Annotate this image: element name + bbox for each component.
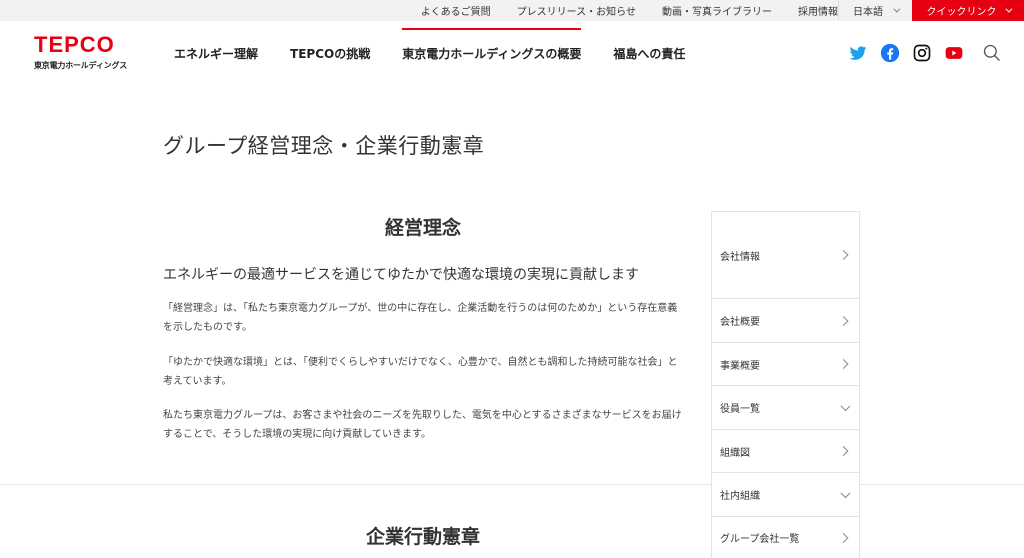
nav-item-company-overview[interactable]: 東京電力ホールディングスの概要 bbox=[386, 21, 597, 85]
chevron-right-icon bbox=[838, 250, 849, 260]
paragraph: 「ゆたかで快適な環境」とは、「便利でくらしやすいだけでなく、心豊かで、自然とも調… bbox=[163, 357, 678, 387]
side-nav-item-group-companies[interactable]: グループ会社一覧 bbox=[712, 517, 859, 558]
recruit-link[interactable]: 採用情報 bbox=[798, 3, 838, 18]
side-nav-item-officers[interactable]: 役員一覧 bbox=[712, 386, 859, 430]
quick-link-button[interactable]: クイックリンク bbox=[912, 0, 1024, 21]
section-title-management-philosophy: 経営理念 bbox=[384, 217, 461, 239]
youtube-icon[interactable] bbox=[944, 43, 964, 63]
side-nav-label: グループ会社一覧 bbox=[720, 534, 800, 545]
language-label: 日本語 bbox=[853, 7, 883, 18]
side-nav-label: 役員一覧 bbox=[720, 404, 760, 415]
side-nav-item-company-info[interactable]: 会社情報 bbox=[712, 212, 859, 299]
chevron-down-icon bbox=[1004, 5, 1012, 13]
side-nav-item-business-overview[interactable]: 事業概要 bbox=[712, 343, 859, 386]
side-nav-label: 社内組織 bbox=[720, 491, 760, 502]
side-nav-label: 会社概要 bbox=[720, 317, 760, 328]
language-selector[interactable]: 日本語 bbox=[838, 0, 912, 21]
side-nav-label: 会社情報 bbox=[720, 251, 760, 263]
side-nav-label: 事業概要 bbox=[720, 360, 760, 372]
facebook-icon[interactable] bbox=[880, 43, 900, 63]
social-links bbox=[836, 43, 1002, 63]
media-library-link[interactable]: 動画・写真ライブラリー bbox=[662, 3, 772, 18]
chevron-right-icon bbox=[838, 446, 849, 456]
tepco-logo[interactable]: TEPCO 東京電力ホールディングス bbox=[34, 33, 134, 71]
section-title-code-of-conduct: 企業行動憲章 bbox=[365, 526, 480, 548]
logo-wordmark: TEPCO bbox=[34, 32, 115, 57]
lead-text: エネルギーの最適サービスを通じてゆたかで快適な環境の実現に貢献します bbox=[163, 267, 639, 283]
twitter-icon[interactable] bbox=[848, 43, 868, 63]
quick-link-label: クイックリンク bbox=[926, 7, 997, 18]
chevron-right-icon bbox=[838, 532, 849, 543]
section-divider bbox=[0, 484, 1024, 485]
side-nav-item-internal-org[interactable]: 社内組織 bbox=[712, 473, 859, 517]
paragraph: 「経営理念」は、「私たち東京電力グループが、世の中に存在し、企業活動を行うのは何… bbox=[163, 303, 678, 333]
chevron-down-icon bbox=[840, 487, 851, 498]
chevron-down-icon bbox=[893, 5, 901, 13]
chevron-right-icon bbox=[838, 315, 849, 326]
utility-links: よくあるご質問 プレスリリース・お知らせ 動画・写真ライブラリー 採用情報 bbox=[395, 0, 838, 21]
side-nav-label: 組織図 bbox=[720, 447, 750, 459]
side-nav-item-org-chart[interactable]: 組織図 bbox=[712, 430, 859, 473]
faq-link[interactable]: よくあるご質問 bbox=[421, 3, 491, 18]
global-nav: エネルギー理解 TEPCOの挑戦 東京電力ホールディングスの概要 福島への責任 bbox=[158, 21, 701, 85]
press-release-link[interactable]: プレスリリース・お知らせ bbox=[517, 3, 636, 18]
logo-subtext: 東京電力ホールディングス bbox=[34, 61, 128, 70]
paragraph: 私たち東京電力グループは、お客さまや社会のニーズを先取りした、電気を中心とするさ… bbox=[163, 410, 682, 440]
nav-item-challenge[interactable]: TEPCOの挑戦 bbox=[274, 21, 386, 85]
instagram-icon[interactable] bbox=[912, 43, 932, 63]
search-icon[interactable] bbox=[982, 43, 1002, 63]
page-title: グループ経営理念・企業行動憲章 bbox=[163, 134, 485, 158]
site-header: TEPCO 東京電力ホールディングス エネルギー理解 TEPCOの挑戦 東京電力… bbox=[0, 21, 1024, 85]
nav-item-fukushima[interactable]: 福島への責任 bbox=[597, 21, 701, 85]
chevron-right-icon bbox=[838, 359, 849, 369]
utility-bar: よくあるご質問 プレスリリース・お知らせ 動画・写真ライブラリー 採用情報 日本… bbox=[0, 0, 1024, 21]
side-nav-item-company-overview[interactable]: 会社概要 bbox=[712, 299, 859, 343]
nav-item-energy[interactable]: エネルギー理解 bbox=[158, 21, 274, 85]
chevron-down-icon bbox=[840, 400, 851, 411]
side-nav: 会社情報 会社概要 事業概要 役員一覧 組織図 社内組織 グループ会社一覧 bbox=[711, 211, 860, 558]
